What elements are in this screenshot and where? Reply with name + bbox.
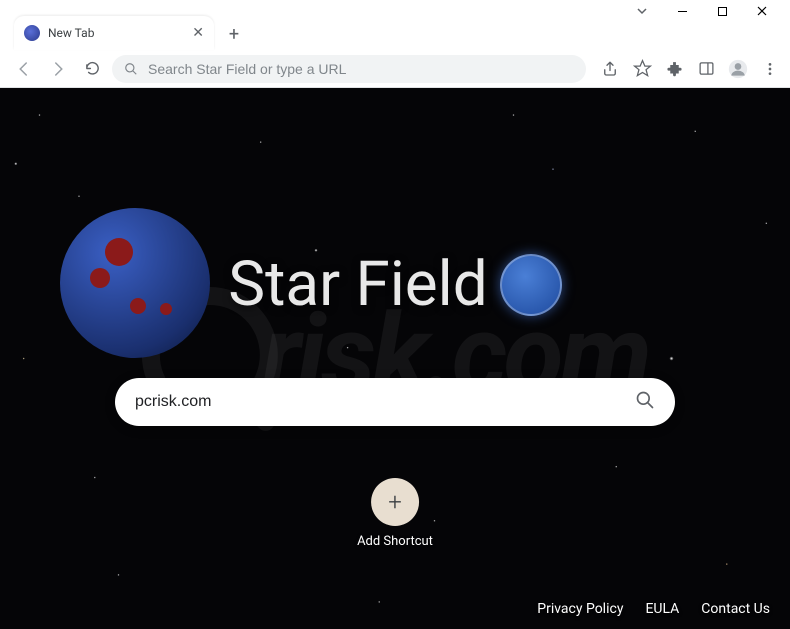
footer-link-eula[interactable]: EULA — [645, 601, 679, 617]
tab-title: New Tab — [48, 26, 94, 40]
close-tab-button[interactable]: ✕ — [192, 25, 204, 41]
footer-links: Privacy Policy EULA Contact Us — [537, 601, 770, 617]
minimize-button[interactable] — [676, 5, 688, 17]
maximize-button[interactable] — [716, 5, 728, 17]
share-icon[interactable] — [600, 59, 620, 79]
search-icon — [635, 390, 655, 410]
kebab-menu-icon[interactable] — [760, 59, 780, 79]
search-button[interactable] — [635, 390, 655, 414]
close-window-button[interactable] — [756, 5, 768, 17]
profile-avatar-icon[interactable] — [728, 59, 748, 79]
back-button[interactable] — [10, 55, 38, 83]
tab-favicon-icon — [24, 25, 40, 41]
page-title: Star Field — [228, 248, 487, 321]
new-tab-page: risk.com Star Field + Add Shortcut Priva… — [0, 88, 790, 629]
footer-link-privacy[interactable]: Privacy Policy — [537, 601, 623, 617]
bookmark-star-icon[interactable] — [632, 59, 652, 79]
reload-button[interactable] — [78, 55, 106, 83]
add-shortcut-button[interactable]: + Add Shortcut — [357, 478, 433, 549]
browser-tab[interactable]: New Tab ✕ — [14, 16, 214, 50]
window-controls — [0, 0, 790, 14]
search-icon — [124, 62, 138, 76]
toolbar-right — [592, 59, 780, 79]
url-input[interactable] — [148, 61, 574, 77]
omnibox[interactable] — [112, 55, 586, 83]
search-input[interactable] — [135, 393, 635, 411]
hero: Star Field — [0, 248, 790, 321]
plus-icon: + — [371, 478, 419, 526]
shortcut-label: Add Shortcut — [357, 534, 433, 549]
extensions-icon[interactable] — [664, 59, 684, 79]
search-bar[interactable] — [115, 378, 675, 426]
star-field-logo-icon — [500, 254, 562, 316]
tab-strip: New Tab ✕ + — [0, 14, 790, 50]
chevron-down-icon[interactable] — [636, 5, 648, 17]
new-tab-button[interactable]: + — [220, 20, 248, 48]
address-bar — [0, 50, 790, 88]
forward-button[interactable] — [44, 55, 72, 83]
footer-link-contact[interactable]: Contact Us — [701, 601, 770, 617]
side-panel-icon[interactable] — [696, 59, 716, 79]
